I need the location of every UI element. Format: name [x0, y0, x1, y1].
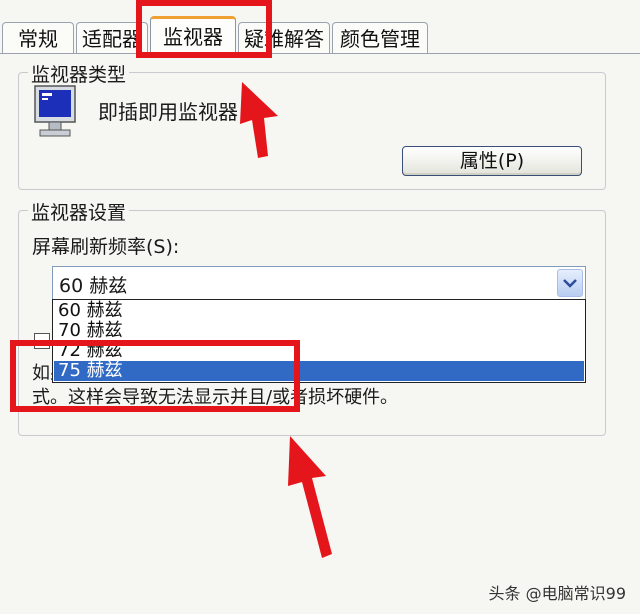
properties-button[interactable]: 属性(P): [402, 146, 582, 176]
watermark: 头条 @电脑常识99: [488, 584, 626, 603]
tab-general[interactable]: 常规: [2, 22, 74, 54]
tab-strip: 常规 适配器 监视器 疑难解答 颜色管理: [0, 0, 640, 56]
refresh-rate-select[interactable]: 60 赫兹: [52, 266, 586, 300]
option-60hz[interactable]: 60 赫兹: [54, 301, 584, 321]
monitor-name: 即插即用监视器: [98, 100, 238, 124]
option-70hz[interactable]: 70 赫兹: [54, 321, 584, 341]
dropdown-arrow-button[interactable]: [557, 269, 583, 297]
tab-baseline: [0, 53, 640, 54]
tab-color-management[interactable]: 颜色管理: [332, 22, 428, 54]
monitor-type-title: 监视器类型: [28, 60, 130, 87]
monitor-settings-title: 监视器设置: [28, 198, 130, 225]
refresh-rate-label: 屏幕刷新频率(S):: [32, 236, 180, 258]
highlight-monitor-tab: [136, 0, 272, 58]
highlight-75hz-option: [10, 340, 300, 412]
select-value: 60 赫兹: [59, 275, 128, 297]
chevron-down-icon: [563, 279, 577, 288]
arrow-up-icon: [240, 82, 278, 158]
monitor-icon: [34, 85, 76, 137]
arrow-up-icon: [288, 436, 332, 558]
